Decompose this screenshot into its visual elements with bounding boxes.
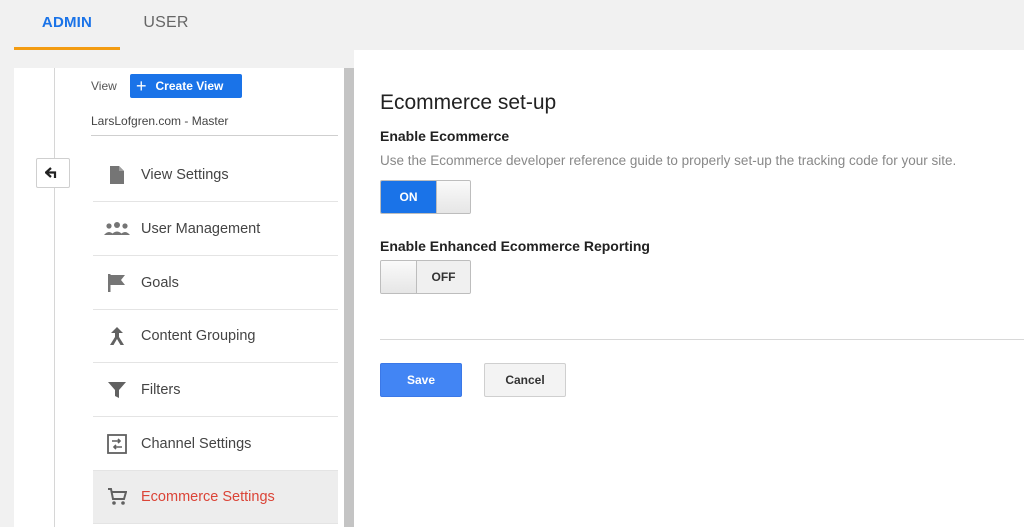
back-arrow-icon [45,167,57,178]
sidebar-item-label: Ecommerce Settings [141,489,275,505]
view-divider [91,135,338,136]
toggle-knob [381,261,417,293]
back-button[interactable] [36,158,70,188]
enhanced-ecommerce-toggle[interactable]: OFF [380,260,471,294]
plus-icon: + [136,76,147,96]
cart-icon [93,488,141,506]
users-icon [93,221,141,237]
sidebar-item-ecommerce-settings[interactable]: Ecommerce Settings [93,471,338,524]
content-grouping-icon [93,326,141,346]
enable-ecommerce-heading: Enable Ecommerce [380,128,510,144]
sidebar-item-label: Channel Settings [141,436,252,452]
toggle-off-label: OFF [417,261,470,293]
top-tab-bar: ADMIN USER [0,0,1024,50]
cancel-button[interactable]: Cancel [484,363,566,397]
flag-icon [93,273,141,293]
view-name[interactable]: LarsLofgren.com - Master [91,114,228,128]
filter-icon [93,381,141,399]
toggle-on-label: ON [381,181,436,213]
sidebar-item-goals[interactable]: Goals [93,257,338,310]
create-view-label: Create View [155,79,224,93]
sidebar-item-channel-settings[interactable]: Channel Settings [93,418,338,471]
toggle-knob [436,181,470,213]
save-button[interactable]: Save [380,363,462,397]
enhanced-ecommerce-heading: Enable Enhanced Ecommerce Reporting [380,238,650,254]
sidebar-item-label: Filters [141,382,181,398]
sidebar-item-view-settings[interactable]: View Settings [93,149,338,202]
enable-ecommerce-toggle[interactable]: ON [380,180,471,214]
sidebar-divider-line [54,68,55,527]
channel-settings-icon [93,434,141,454]
tab-user[interactable]: USER [120,0,212,50]
tab-admin[interactable]: ADMIN [14,0,120,50]
sidebar-item-label: View Settings [141,167,229,183]
sidebar-item-label: Content Grouping [141,328,256,344]
sidebar-item-content-grouping[interactable]: Content Grouping [93,310,338,363]
sidebar-item-user-management[interactable]: User Management [93,203,338,256]
sidebar-item-label: Goals [141,275,179,291]
enable-ecommerce-description: Use the Ecommerce developer reference gu… [380,153,957,168]
sidebar-scrollbar[interactable] [344,68,354,527]
section-divider [380,339,1024,340]
sidebar-item-filters[interactable]: Filters [93,364,338,417]
create-view-button[interactable]: + Create View [130,74,242,98]
view-label: View [91,79,117,93]
document-icon [93,165,141,185]
page-title: Ecommerce set-up [380,91,557,114]
sidebar-item-label: User Management [141,221,261,237]
